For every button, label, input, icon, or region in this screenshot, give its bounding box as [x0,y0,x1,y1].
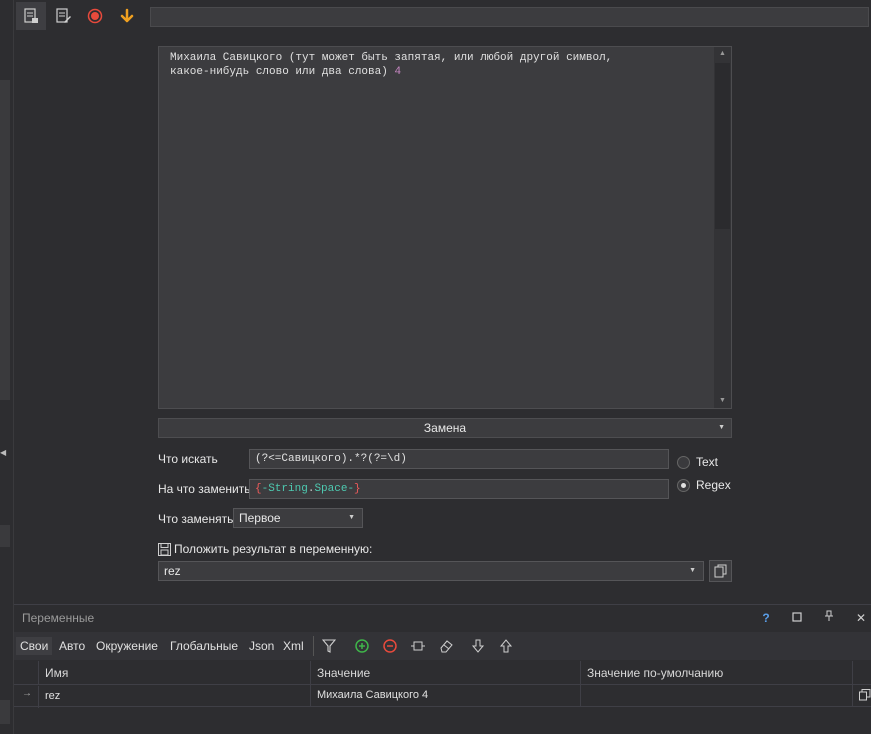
toolbar-search-input[interactable] [150,7,869,27]
action-mode-label: Замена [423,421,467,435]
scroll-down-icon[interactable]: ▼ [714,394,731,408]
tab-global[interactable]: Глобальные [166,637,242,655]
dock-tab[interactable] [0,700,10,724]
action-mode-select[interactable]: Замена ▼ [158,418,732,438]
record-icon [87,8,103,24]
top-toolbar [14,0,871,32]
close-icon[interactable]: ✕ [853,610,869,626]
tab-xml[interactable]: Xml [279,637,308,655]
save-result-row: Положить результат в переменную: [158,542,372,556]
replace-label: На что заменить [158,482,251,496]
column-default[interactable]: Значение по-умолчанию [580,661,852,685]
move-down-icon[interactable] [469,637,487,655]
step-button[interactable] [112,2,142,30]
radio-regex[interactable]: Regex [677,478,731,492]
radio-text[interactable]: Text [677,455,718,469]
tab-own[interactable]: Свои [16,637,53,655]
row-pointer-icon: → [22,688,32,699]
which-select[interactable]: Первое ▼ [233,508,363,528]
left-dock-strip: ◀ [0,0,14,734]
variables-panel: Переменные ? ✕ Свои Авто Окружение Глоба… [14,604,871,734]
dock-expand-icon[interactable]: ◀ [0,448,6,457]
variables-grid-header: Имя Значение Значение по-умолчанию [14,661,871,685]
editor-number: 4 [394,66,402,78]
copy-icon [714,564,726,578]
remove-icon[interactable] [381,637,399,655]
pin-icon[interactable] [821,610,837,626]
arrow-down-icon [120,8,134,23]
replace-input[interactable]: {-String.Space-} [249,479,669,499]
script-list-icon [24,8,38,23]
tab-separator [313,636,314,656]
result-variable-select[interactable]: rez ▼ [158,561,704,581]
cell-name[interactable]: rez [38,686,310,708]
editor-line-2: какое-нибудь слово или два слова) [170,66,395,78]
dock-tab[interactable] [0,525,10,547]
find-label: Что искать [158,452,218,466]
maximize-icon[interactable] [789,610,805,626]
chevron-down-icon: ▼ [348,514,355,521]
result-variable-value: rez [164,564,181,578]
macro-close-brace: } [354,483,361,495]
chevron-down-icon: ▼ [718,424,725,431]
which-select-value: Первое [239,511,281,525]
macro-part-2: Space- [314,483,355,495]
scroll-thumb[interactable] [715,63,730,229]
row-copy-icon[interactable] [852,685,871,707]
script-edit-button[interactable] [48,2,78,30]
script-list-button[interactable] [16,2,46,30]
variable-picker-button[interactable] [709,560,732,582]
editor-content[interactable]: Михаила Савицкого (тут может быть запята… [170,51,710,79]
tab-auto[interactable]: Авто [55,637,89,655]
chevron-down-icon: ▼ [689,567,696,574]
editor-scrollbar[interactable]: ▲ ▼ [714,47,731,408]
save-result-label: Положить результат в переменную: [174,542,373,556]
macro-open-brace: { [255,483,262,495]
column-extra [852,661,871,685]
radio-text-circle[interactable] [677,455,690,469]
radio-regex-circle[interactable] [677,478,690,492]
scroll-up-icon[interactable]: ▲ [714,47,731,61]
clear-value-icon[interactable] [409,637,427,655]
tab-json[interactable]: Json [245,637,278,655]
record-button[interactable] [80,2,110,30]
save-icon [158,542,171,556]
script-edit-icon [56,8,71,23]
panel-tabs: Свои Авто Окружение Глобальные Json Xml [14,632,871,660]
help-icon[interactable]: ? [758,610,774,626]
add-icon[interactable] [353,637,371,655]
panel-header: Переменные ? ✕ [14,605,871,631]
find-input[interactable]: (?<=Савицкого).*?(?=\d) [249,449,669,469]
cell-default[interactable] [580,685,852,707]
column-name[interactable]: Имя [38,661,310,685]
text-editor[interactable]: Михаила Савицкого (тут может быть запята… [158,46,732,409]
radio-regex-label: Regex [696,478,731,492]
column-value[interactable]: Значение [310,661,580,685]
macro-part-1: -String [261,483,308,495]
panel-title: Переменные [22,611,95,625]
eraser-icon[interactable] [437,637,455,655]
table-row[interactable]: → rez Михаила Савицкого 4 [14,685,871,708]
tab-environment[interactable]: Окружение [92,637,162,655]
which-label: Что заменять [158,512,234,526]
move-up-icon[interactable] [497,637,515,655]
dock-tab[interactable] [0,80,10,400]
editor-line-1: Михаила Савицкого (тут может быть запята… [170,52,613,64]
filter-icon[interactable] [320,637,338,655]
radio-text-label: Text [696,455,719,469]
cell-value[interactable]: Михаила Савицкого 4 [310,685,580,707]
